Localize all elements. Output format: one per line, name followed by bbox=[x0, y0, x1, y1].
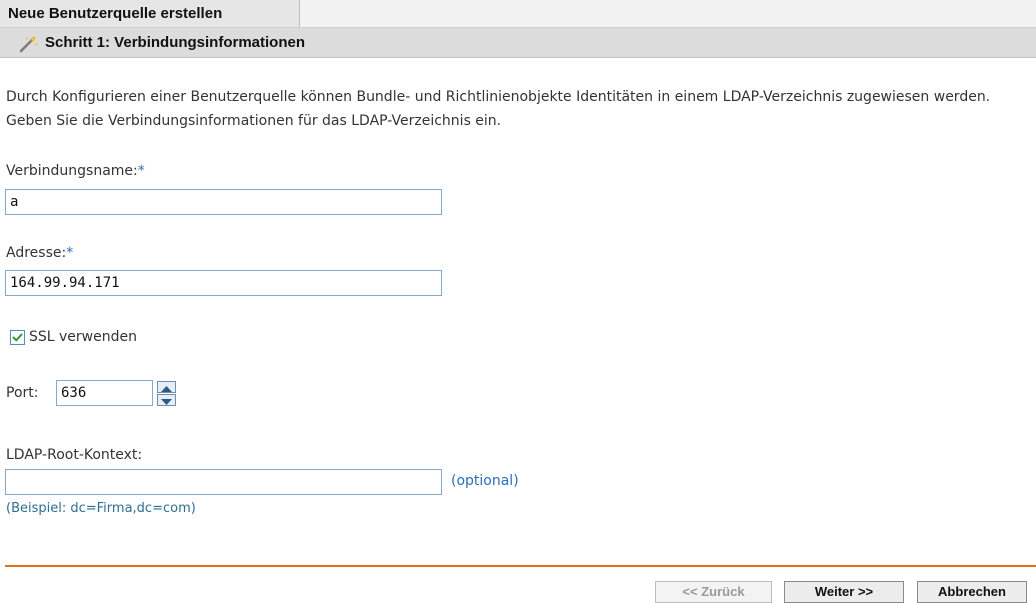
description-text: Durch Konfigurieren einer Benutzerquelle… bbox=[6, 89, 991, 129]
step-title: Schritt 1: Verbindungsinformationen bbox=[45, 34, 306, 51]
address-label: Adresse:* bbox=[6, 245, 73, 261]
ssl-checkbox[interactable] bbox=[10, 330, 25, 345]
stepper-down-button[interactable] bbox=[157, 394, 176, 406]
step-header: Schritt 1: Verbindungsinformationen bbox=[0, 28, 1036, 58]
footer-separator bbox=[5, 565, 1036, 567]
address-label-text: Adresse: bbox=[6, 245, 67, 261]
ldap-root-label: LDAP-Root-Kontext: bbox=[6, 447, 143, 463]
connection-name-label-text: Verbindungsname: bbox=[6, 163, 138, 179]
arrow-down-icon bbox=[161, 399, 172, 405]
back-button[interactable]: << Zurück bbox=[655, 581, 772, 603]
checkmark-icon bbox=[12, 333, 23, 342]
port-stepper[interactable] bbox=[157, 379, 178, 407]
required-marker: * bbox=[66, 245, 74, 261]
required-marker: * bbox=[137, 163, 145, 179]
port-field[interactable] bbox=[56, 380, 153, 406]
arrow-up-icon bbox=[161, 386, 172, 392]
wand-icon bbox=[18, 34, 38, 53]
stepper-up-button[interactable] bbox=[157, 381, 176, 393]
cancel-button[interactable]: Abbrechen bbox=[917, 581, 1027, 603]
address-field[interactable] bbox=[5, 270, 442, 296]
example-hint: (Beispiel: dc=Firma,dc=com) bbox=[6, 501, 196, 516]
optional-link[interactable]: (optional) bbox=[451, 473, 519, 489]
title-bar: Neue Benutzerquelle erstellen bbox=[0, 0, 1036, 28]
connection-name-field[interactable] bbox=[5, 189, 442, 215]
connection-name-label: Verbindungsname:* bbox=[6, 163, 145, 179]
port-label: Port: bbox=[6, 385, 39, 401]
ldap-root-field[interactable] bbox=[5, 469, 442, 495]
next-button[interactable]: Weiter >> bbox=[784, 581, 904, 603]
ssl-label[interactable]: SSL verwenden bbox=[29, 329, 137, 345]
page-title: Neue Benutzerquelle erstellen bbox=[0, 0, 300, 27]
